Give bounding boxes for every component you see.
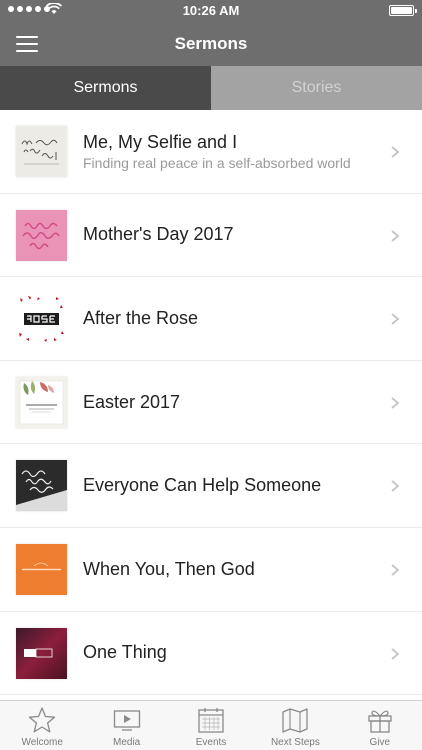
tab-sermons[interactable]: Sermons bbox=[0, 66, 211, 110]
page-title: Sermons bbox=[174, 34, 248, 53]
sermon-row-after-the-rose[interactable]: After the Rose bbox=[0, 277, 422, 361]
tab-label: Next Steps bbox=[270, 737, 320, 748]
sermon-row-mothers-day[interactable]: Mother's Day 2017 bbox=[0, 194, 422, 278]
sermon-thumbnail bbox=[16, 543, 67, 595]
chevron-right-icon bbox=[391, 647, 400, 660]
sermon-title: One Thing bbox=[83, 642, 167, 663]
tab-label: Events bbox=[195, 737, 227, 748]
status-time: 10:26 AM bbox=[182, 3, 240, 18]
sermon-row-when-you-then-god[interactable]: When You, Then God bbox=[0, 528, 422, 612]
bottom-tab-bar: Welcome Media Events Next Steps Give bbox=[0, 700, 422, 750]
tab-label: Media bbox=[112, 737, 141, 748]
play-icon bbox=[113, 710, 140, 731]
one-thing-artwork-icon bbox=[16, 627, 67, 679]
chevron-right-icon bbox=[391, 480, 400, 493]
sermon-row-me-my-selfie[interactable]: Me, My Selfie and I Finding real peace i… bbox=[0, 110, 422, 194]
chevron-right-icon bbox=[391, 564, 400, 576]
tab-stories[interactable]: Stories bbox=[211, 66, 422, 110]
sermon-text: Mother's Day 2017 bbox=[83, 194, 382, 277]
tab-next-steps[interactable]: Next Steps bbox=[253, 701, 337, 750]
sermon-subtitle: Finding real peace in a self-absorbed wo… bbox=[83, 154, 351, 171]
tab-welcome[interactable]: Welcome bbox=[0, 701, 84, 750]
navigation-bar: Sermons bbox=[0, 22, 422, 66]
chevron-right-icon bbox=[391, 146, 400, 158]
sermon-title: When You, Then God bbox=[83, 558, 255, 579]
gift-icon bbox=[368, 710, 392, 733]
sermon-title: Everyone Can Help Someone bbox=[83, 475, 322, 496]
sermon-title: Me, My Selfie and I bbox=[83, 131, 238, 152]
sermon-text: Everyone Can Help Someone bbox=[83, 444, 382, 527]
battery-icon bbox=[389, 5, 417, 16]
sermon-thumbnail bbox=[16, 376, 67, 428]
easter-artwork-icon bbox=[16, 376, 67, 428]
tab-give[interactable]: Give bbox=[338, 701, 422, 750]
sermon-text: One Thing bbox=[83, 612, 382, 695]
sermon-thumbnail bbox=[16, 209, 67, 261]
sermon-thumbnail bbox=[16, 627, 67, 679]
status-bar: 10:26 AM bbox=[0, 0, 422, 22]
sermon-title: Easter 2017 bbox=[83, 391, 181, 412]
sermon-row-everyone-can-help[interactable]: Everyone Can Help Someone bbox=[0, 444, 422, 528]
chevron-right-icon bbox=[391, 229, 400, 242]
calendar-icon bbox=[198, 708, 224, 733]
segmented-tabs: Sermons Stories bbox=[0, 66, 422, 110]
tab-events[interactable]: Events bbox=[169, 701, 253, 750]
when-you-artwork-icon bbox=[16, 543, 67, 595]
chevron-right-icon bbox=[391, 313, 400, 325]
sermon-text: Me, My Selfie and I Finding real peace i… bbox=[83, 110, 382, 193]
chevron-right-icon bbox=[391, 397, 400, 409]
sermon-thumbnail bbox=[16, 126, 67, 177]
sermon-text: When You, Then God bbox=[83, 528, 382, 611]
star-icon bbox=[29, 707, 56, 733]
sermon-thumbnail bbox=[16, 293, 67, 345]
help-artwork-icon bbox=[16, 460, 67, 512]
mothers-day-artwork-icon bbox=[16, 209, 67, 261]
tab-label: Welcome bbox=[21, 737, 63, 748]
sermon-row-easter-2017[interactable]: Easter 2017 bbox=[0, 361, 422, 445]
sermon-text: After the Rose bbox=[83, 277, 382, 360]
sermon-title: After the Rose bbox=[83, 307, 199, 328]
sermon-row-one-thing[interactable]: One Thing bbox=[0, 612, 422, 696]
sermon-text: Easter 2017 bbox=[83, 361, 382, 444]
tab-media[interactable]: Media bbox=[84, 701, 168, 750]
map-icon bbox=[282, 708, 309, 733]
sermon-list: Me, My Selfie and I Finding real peace i… bbox=[0, 110, 422, 700]
sermon-title: Mother's Day 2017 bbox=[83, 224, 234, 245]
rose-artwork-icon bbox=[16, 293, 67, 345]
tab-label: Give bbox=[369, 737, 391, 748]
selfie-artwork-icon bbox=[16, 126, 67, 177]
sermon-thumbnail bbox=[16, 460, 67, 512]
